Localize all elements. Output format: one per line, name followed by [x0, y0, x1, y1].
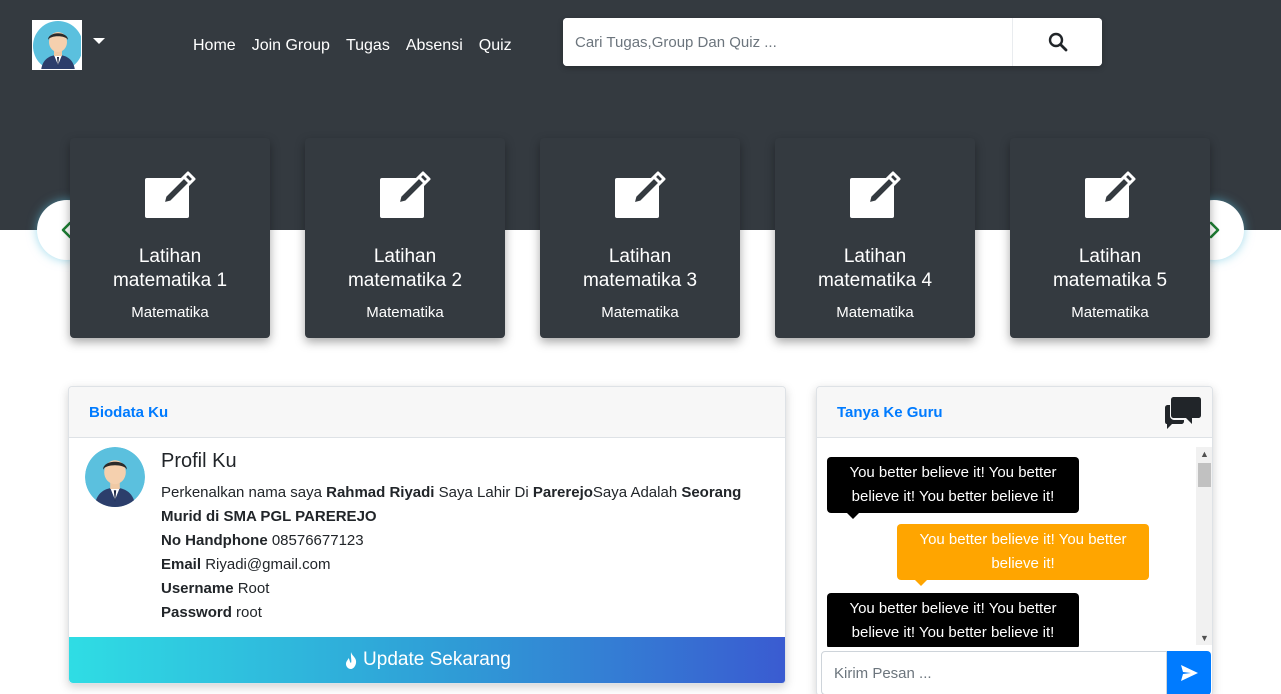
edit-icon	[850, 171, 901, 218]
card-subject: Matematika	[836, 304, 914, 321]
avatar-icon	[85, 447, 145, 507]
chat-messages: You better believe it! You better believe…	[817, 439, 1212, 647]
nav-home[interactable]: Home	[193, 37, 236, 55]
search-button[interactable]	[1012, 18, 1102, 66]
card-title: Latihan matematika 2	[347, 246, 463, 291]
card-subject: Matematika	[131, 304, 209, 321]
update-button-label: Update Sekarang	[363, 649, 511, 670]
edit-icon	[145, 171, 196, 218]
card-title: Latihan matematika 3	[582, 246, 698, 291]
chat-panel: Tanya Ke Guru You better believe it! You…	[816, 386, 1213, 694]
profile-email: Email Riyadi@gmail.com	[161, 556, 331, 573]
card-subject: Matematika	[366, 304, 444, 321]
profile-title: Profil Ku	[161, 450, 237, 472]
chat-message-received: You better believe it! You better believe…	[827, 457, 1079, 519]
scroll-down-icon[interactable]: ▼	[1196, 631, 1212, 645]
search-bar	[563, 18, 1102, 66]
card-subject: Matematika	[601, 304, 679, 321]
profile-intro: Perkenalkan nama saya Rahmad Riyadi Saya…	[161, 484, 742, 525]
nav-absensi[interactable]: Absensi	[406, 37, 463, 55]
profile-avatar	[85, 447, 145, 507]
chat-message-sent: You better believe it! You better believe…	[897, 524, 1149, 586]
avatar-icon	[33, 21, 81, 69]
fire-icon	[346, 651, 357, 669]
nav-quiz[interactable]: Quiz	[479, 37, 512, 55]
edit-icon	[615, 171, 666, 218]
profile-username: Username Root	[161, 580, 270, 597]
quiz-card[interactable]: Latihan matematika 1 Matematika	[70, 138, 270, 338]
user-avatar-button[interactable]	[32, 20, 82, 70]
chat-message-input[interactable]	[821, 651, 1167, 694]
search-input[interactable]	[563, 18, 1012, 66]
send-button[interactable]	[1167, 651, 1211, 694]
profile-phone: No Handphone 08576677123	[161, 532, 364, 549]
biodata-header: Biodata Ku	[69, 387, 785, 438]
update-profile-button[interactable]: Update Sekarang	[69, 637, 785, 683]
quiz-card[interactable]: Latihan matematika 5 Matematika	[1010, 138, 1210, 338]
chat-title: Tanya Ke Guru	[837, 403, 943, 421]
biodata-panel: Biodata Ku Profil Ku Perkenalkan nama sa…	[68, 386, 786, 684]
edit-icon	[1085, 171, 1136, 218]
comments-icon	[1165, 397, 1201, 429]
profile-password: Password root	[161, 604, 262, 621]
main-nav: Home Join Group Tugas Absensi Quiz	[193, 37, 528, 55]
card-title: Latihan matematika 4	[817, 246, 933, 291]
scroll-up-icon[interactable]: ▲	[1196, 447, 1212, 461]
chat-scrollbar[interactable]: ▲ ▼	[1196, 447, 1212, 645]
edit-icon	[380, 171, 431, 218]
card-subject: Matematika	[1071, 304, 1149, 321]
quiz-card[interactable]: Latihan matematika 4 Matematika	[775, 138, 975, 338]
chat-input-row	[821, 651, 1211, 694]
chat-message-received: You better believe it! You better believe…	[827, 593, 1079, 647]
search-icon	[1048, 32, 1067, 52]
quiz-card[interactable]: Latihan matematika 3 Matematika	[540, 138, 740, 338]
nav-tugas[interactable]: Tugas	[346, 37, 390, 55]
scrollbar-thumb[interactable]	[1198, 463, 1211, 487]
chat-header: Tanya Ke Guru	[817, 387, 1212, 438]
nav-join-group[interactable]: Join Group	[252, 37, 330, 55]
user-menu-caret-icon[interactable]	[93, 38, 105, 44]
send-icon	[1181, 665, 1198, 681]
card-title: Latihan matematika 1	[112, 246, 228, 291]
profile-details: Profil Ku Perkenalkan nama saya Rahmad R…	[161, 449, 771, 625]
card-title: Latihan matematika 5	[1052, 246, 1168, 291]
quiz-card[interactable]: Latihan matematika 2 Matematika	[305, 138, 505, 338]
